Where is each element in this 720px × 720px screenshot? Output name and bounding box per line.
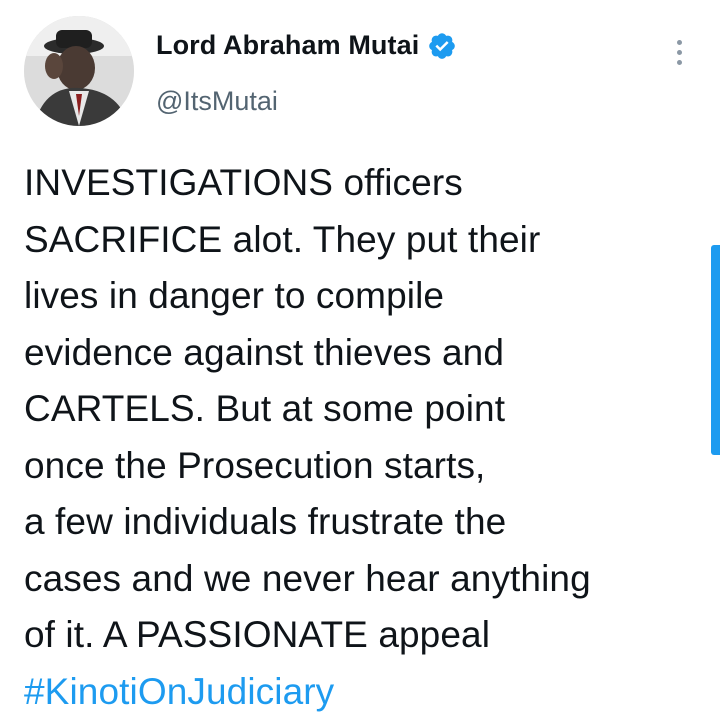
author-handle[interactable]: @ItsMutai bbox=[156, 86, 278, 117]
more-dot bbox=[677, 50, 682, 55]
more-dot bbox=[677, 40, 682, 45]
avatar[interactable] bbox=[24, 16, 134, 126]
tweet-line: cases and we never hear anything bbox=[24, 551, 704, 608]
tweet-line: CARTELS. But at some point bbox=[24, 381, 704, 438]
more-options-icon[interactable] bbox=[664, 34, 694, 70]
tweet-line: lives in danger to compile bbox=[24, 268, 704, 325]
author-name-row[interactable]: Lord Abraham Mutai bbox=[156, 30, 457, 61]
more-dot bbox=[677, 60, 682, 65]
tweet-line: once the Prosecution starts, bbox=[24, 438, 704, 495]
scrollbar[interactable] bbox=[711, 245, 720, 455]
avatar-photo bbox=[24, 16, 134, 126]
tweet-line: of it. A PASSIONATE appeal bbox=[24, 607, 704, 664]
tweet-line: INVESTIGATIONS officers bbox=[24, 155, 704, 212]
tweet-line: a few individuals frustrate the bbox=[24, 494, 704, 551]
tweet-line: SACRIFICE alot. They put their bbox=[24, 212, 704, 269]
tweet-line: evidence against thieves and bbox=[24, 325, 704, 382]
author-display-name[interactable]: Lord Abraham Mutai bbox=[156, 30, 419, 61]
tweet-text: INVESTIGATIONS officers SACRIFICE alot. … bbox=[24, 155, 704, 720]
hashtag-link[interactable]: #KinotiOnJudiciary bbox=[24, 664, 704, 720]
verified-badge-icon bbox=[427, 31, 457, 61]
